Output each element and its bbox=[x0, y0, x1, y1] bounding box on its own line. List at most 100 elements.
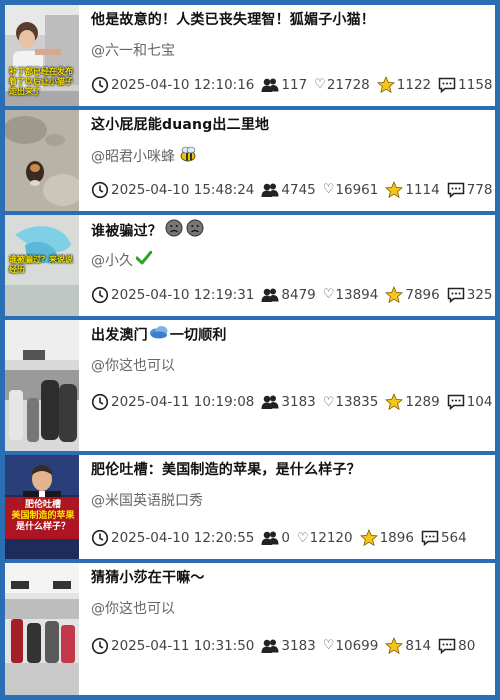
bee-icon bbox=[178, 146, 198, 168]
heart-icon: ♡ bbox=[322, 182, 335, 198]
comment-icon bbox=[421, 529, 439, 547]
comment-count[interactable]: 80 bbox=[438, 637, 475, 655]
heart-icon: ♡ bbox=[296, 530, 309, 546]
favorite-count[interactable]: 1289 bbox=[385, 393, 440, 411]
view-count: 3183 bbox=[261, 393, 316, 411]
clock-icon bbox=[91, 286, 109, 304]
post-stats: 2025-04-10 12:20:55 0 ♡ 12120 1896 564 bbox=[91, 529, 491, 547]
comment-icon bbox=[447, 286, 465, 304]
clock-icon bbox=[91, 393, 109, 411]
comment-count[interactable]: 1158 bbox=[438, 76, 493, 94]
heart-icon: ♡ bbox=[322, 287, 335, 303]
publish-time: 2025-04-11 10:19:08 bbox=[91, 393, 254, 411]
like-count[interactable]: ♡ 13894 bbox=[323, 287, 379, 303]
users-icon bbox=[261, 286, 279, 304]
users-icon bbox=[261, 393, 279, 411]
comment-icon bbox=[447, 393, 465, 411]
like-count[interactable]: ♡ 12120 bbox=[297, 530, 353, 546]
puppy-photo-icon bbox=[5, 109, 79, 211]
post-title[interactable]: 出发澳门 一切顺利 bbox=[91, 324, 495, 346]
feed-card[interactable]: 谁被骗过？来说说经历 谁被骗过？ @小久 2025-04-10 12:19:31… bbox=[5, 214, 495, 316]
favorite-count[interactable]: 814 bbox=[385, 636, 431, 655]
feed-card[interactable]: 肥伦吐槽 美国制造的苹果 是什么样子？ 肥伦吐槽：美国制造的苹果，是什么样子？ … bbox=[5, 455, 495, 560]
view-count: 4745 bbox=[261, 181, 316, 199]
comment-count[interactable]: 564 bbox=[421, 529, 467, 547]
post-stats: 2025-04-10 12:19:31 8479 ♡ 13894 7896 32… bbox=[91, 285, 493, 304]
feed-card[interactable]: 出发澳门 一切顺利 @你这也可以 2025-04-11 10:19:08 3183… bbox=[5, 319, 495, 452]
thumbnail-caption: 肥伦吐槽 美国制造的苹果 是什么样子？ bbox=[11, 500, 75, 533]
like-count[interactable]: ♡ 13835 bbox=[323, 394, 379, 410]
post-author[interactable]: @六一和七宝 bbox=[91, 41, 495, 61]
clock-icon bbox=[91, 529, 109, 547]
publish-time: 2025-04-10 12:10:16 bbox=[91, 76, 254, 94]
publish-time: 2025-04-10 15:48:24 bbox=[91, 181, 254, 199]
users-icon bbox=[261, 637, 279, 655]
post-author[interactable]: @你这也可以 bbox=[91, 356, 495, 376]
post-title[interactable]: 这小屁屁能duang出二里地 bbox=[91, 114, 495, 136]
video-feed-list: 补丁都已经在发布着了以后让小猫子走出来了 他是故意的！人类已丧失理智！狐媚子小猫… bbox=[5, 5, 495, 695]
post-title[interactable]: 猜猜小莎在干嘛～ bbox=[91, 567, 495, 589]
star-icon bbox=[385, 636, 404, 655]
post-author[interactable]: @小久 bbox=[91, 250, 495, 271]
thumbnail[interactable] bbox=[5, 319, 79, 452]
comment-count[interactable]: 778 bbox=[447, 181, 493, 199]
like-count[interactable]: ♡ 16961 bbox=[323, 182, 379, 198]
heart-icon: ♡ bbox=[322, 394, 335, 410]
thumbnail[interactable] bbox=[5, 109, 79, 211]
star-icon bbox=[385, 393, 404, 411]
star-icon bbox=[385, 285, 404, 304]
airport-photo-icon bbox=[5, 319, 79, 452]
heart-icon: ♡ bbox=[314, 77, 326, 93]
post-stats: 2025-04-11 10:31:50 3183 ♡ 10699 814 80 bbox=[91, 636, 491, 655]
like-count[interactable]: ♡ 10699 bbox=[323, 638, 379, 654]
star-icon bbox=[385, 180, 404, 199]
post-stats: 2025-04-10 12:10:16 117 ♡ 21728 1122 115… bbox=[91, 75, 493, 94]
post-stats: 2025-04-10 15:48:24 4745 ♡ 16961 1114 77… bbox=[91, 180, 493, 199]
view-count: 8479 bbox=[261, 286, 316, 304]
post-stats: 2025-04-11 10:19:08 3183 ♡ 13835 1289 10… bbox=[91, 393, 493, 411]
terminal-photo-icon bbox=[5, 563, 79, 695]
thumbnail[interactable]: 谁被骗过？来说说经历 bbox=[5, 214, 79, 316]
users-icon bbox=[261, 529, 279, 547]
users-icon bbox=[261, 181, 279, 199]
star-icon bbox=[359, 529, 378, 547]
comment-count[interactable]: 104 bbox=[447, 393, 493, 411]
publish-time: 2025-04-10 12:19:31 bbox=[91, 286, 254, 304]
publish-time: 2025-04-10 12:20:55 bbox=[91, 529, 254, 547]
favorite-count[interactable]: 1896 bbox=[359, 529, 414, 547]
feed-card[interactable]: 补丁都已经在发布着了以后让小猫子走出来了 他是故意的！人类已丧失理智！狐媚子小猫… bbox=[5, 5, 495, 106]
clock-icon bbox=[91, 637, 109, 655]
favorite-count[interactable]: 7896 bbox=[385, 285, 440, 304]
heart-icon: ♡ bbox=[322, 638, 335, 654]
comment-icon bbox=[438, 637, 456, 655]
cloud-icon bbox=[149, 324, 169, 347]
sad-face-icons bbox=[165, 219, 205, 244]
thumbnail[interactable]: 补丁都已经在发布着了以后让小猫子走出来了 bbox=[5, 5, 79, 106]
post-title[interactable]: 肥伦吐槽：美国制造的苹果，是什么样子？ bbox=[91, 459, 495, 481]
clock-icon bbox=[91, 76, 109, 94]
clock-icon bbox=[91, 181, 109, 199]
post-author[interactable]: @昭君小咪蜂 bbox=[91, 146, 495, 166]
view-count: 3183 bbox=[261, 637, 316, 655]
star-icon bbox=[376, 75, 395, 94]
thumbnail[interactable] bbox=[5, 563, 79, 695]
view-count: 117 bbox=[261, 76, 307, 94]
publish-time: 2025-04-11 10:31:50 bbox=[91, 637, 254, 655]
view-count: 0 bbox=[261, 529, 290, 547]
comment-icon bbox=[438, 76, 456, 94]
post-title[interactable]: 他是故意的！人类已丧失理智！狐媚子小猫！ bbox=[91, 9, 495, 31]
post-title[interactable]: 谁被骗过？ bbox=[91, 219, 495, 241]
feed-card[interactable]: 这小屁屁能duang出二里地 @昭君小咪蜂 2025-04-10 15:48:2… bbox=[5, 109, 495, 211]
thumbnail-caption: 补丁都已经在发布着了以后让小猫子走出来了 bbox=[9, 67, 73, 96]
post-author[interactable]: @米国英语脱口秀 bbox=[91, 491, 495, 511]
checkmark-icon bbox=[135, 250, 153, 271]
favorite-count[interactable]: 1122 bbox=[376, 75, 431, 94]
users-icon bbox=[261, 76, 279, 94]
comment-count[interactable]: 325 bbox=[447, 286, 493, 304]
thumbnail[interactable]: 肥伦吐槽 美国制造的苹果 是什么样子？ bbox=[5, 455, 79, 560]
favorite-count[interactable]: 1114 bbox=[385, 180, 440, 199]
post-author[interactable]: @你这也可以 bbox=[91, 599, 495, 619]
like-count[interactable]: ♡ 21728 bbox=[314, 77, 370, 93]
comment-icon bbox=[447, 181, 465, 199]
feed-card[interactable]: 猜猜小莎在干嘛～ @你这也可以 2025-04-11 10:31:50 3183… bbox=[5, 563, 495, 695]
